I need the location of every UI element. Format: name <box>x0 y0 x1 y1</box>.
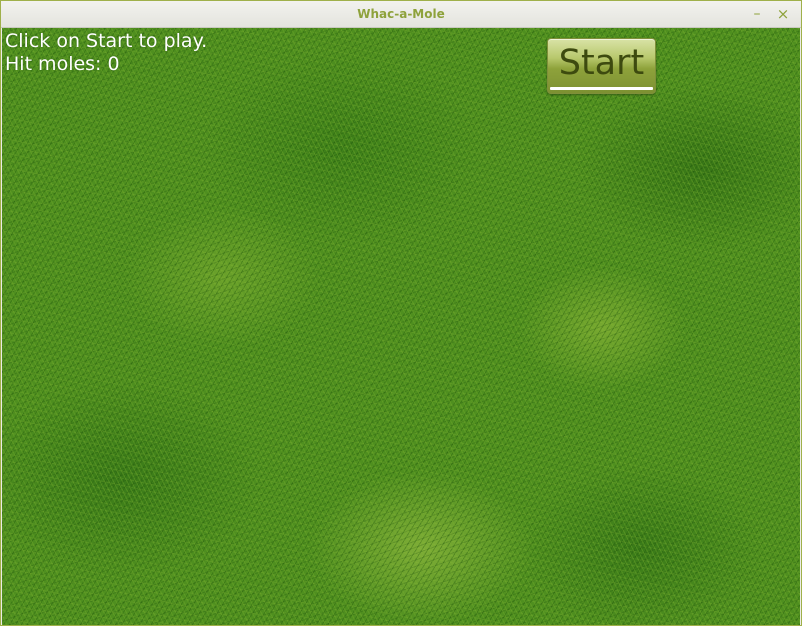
app-window: Whac-a-Mole – × Click on Start to play. … <box>0 0 802 626</box>
status-text: Click on Start to play. <box>5 30 208 52</box>
minimize-icon[interactable]: – <box>747 4 767 24</box>
hit-counter: Hit moles: 0 <box>5 53 120 75</box>
title-bar[interactable]: Whac-a-Mole – × <box>1 1 801 28</box>
grass-background <box>2 28 800 625</box>
game-field[interactable]: Click on Start to play. Hit moles: 0 Sta… <box>2 28 800 625</box>
start-button[interactable]: Start <box>547 38 656 94</box>
window-title: Whac-a-Mole <box>357 7 445 21</box>
close-icon[interactable]: × <box>773 4 793 24</box>
start-button-underline <box>550 87 653 90</box>
start-button-label: Start <box>558 43 645 83</box>
